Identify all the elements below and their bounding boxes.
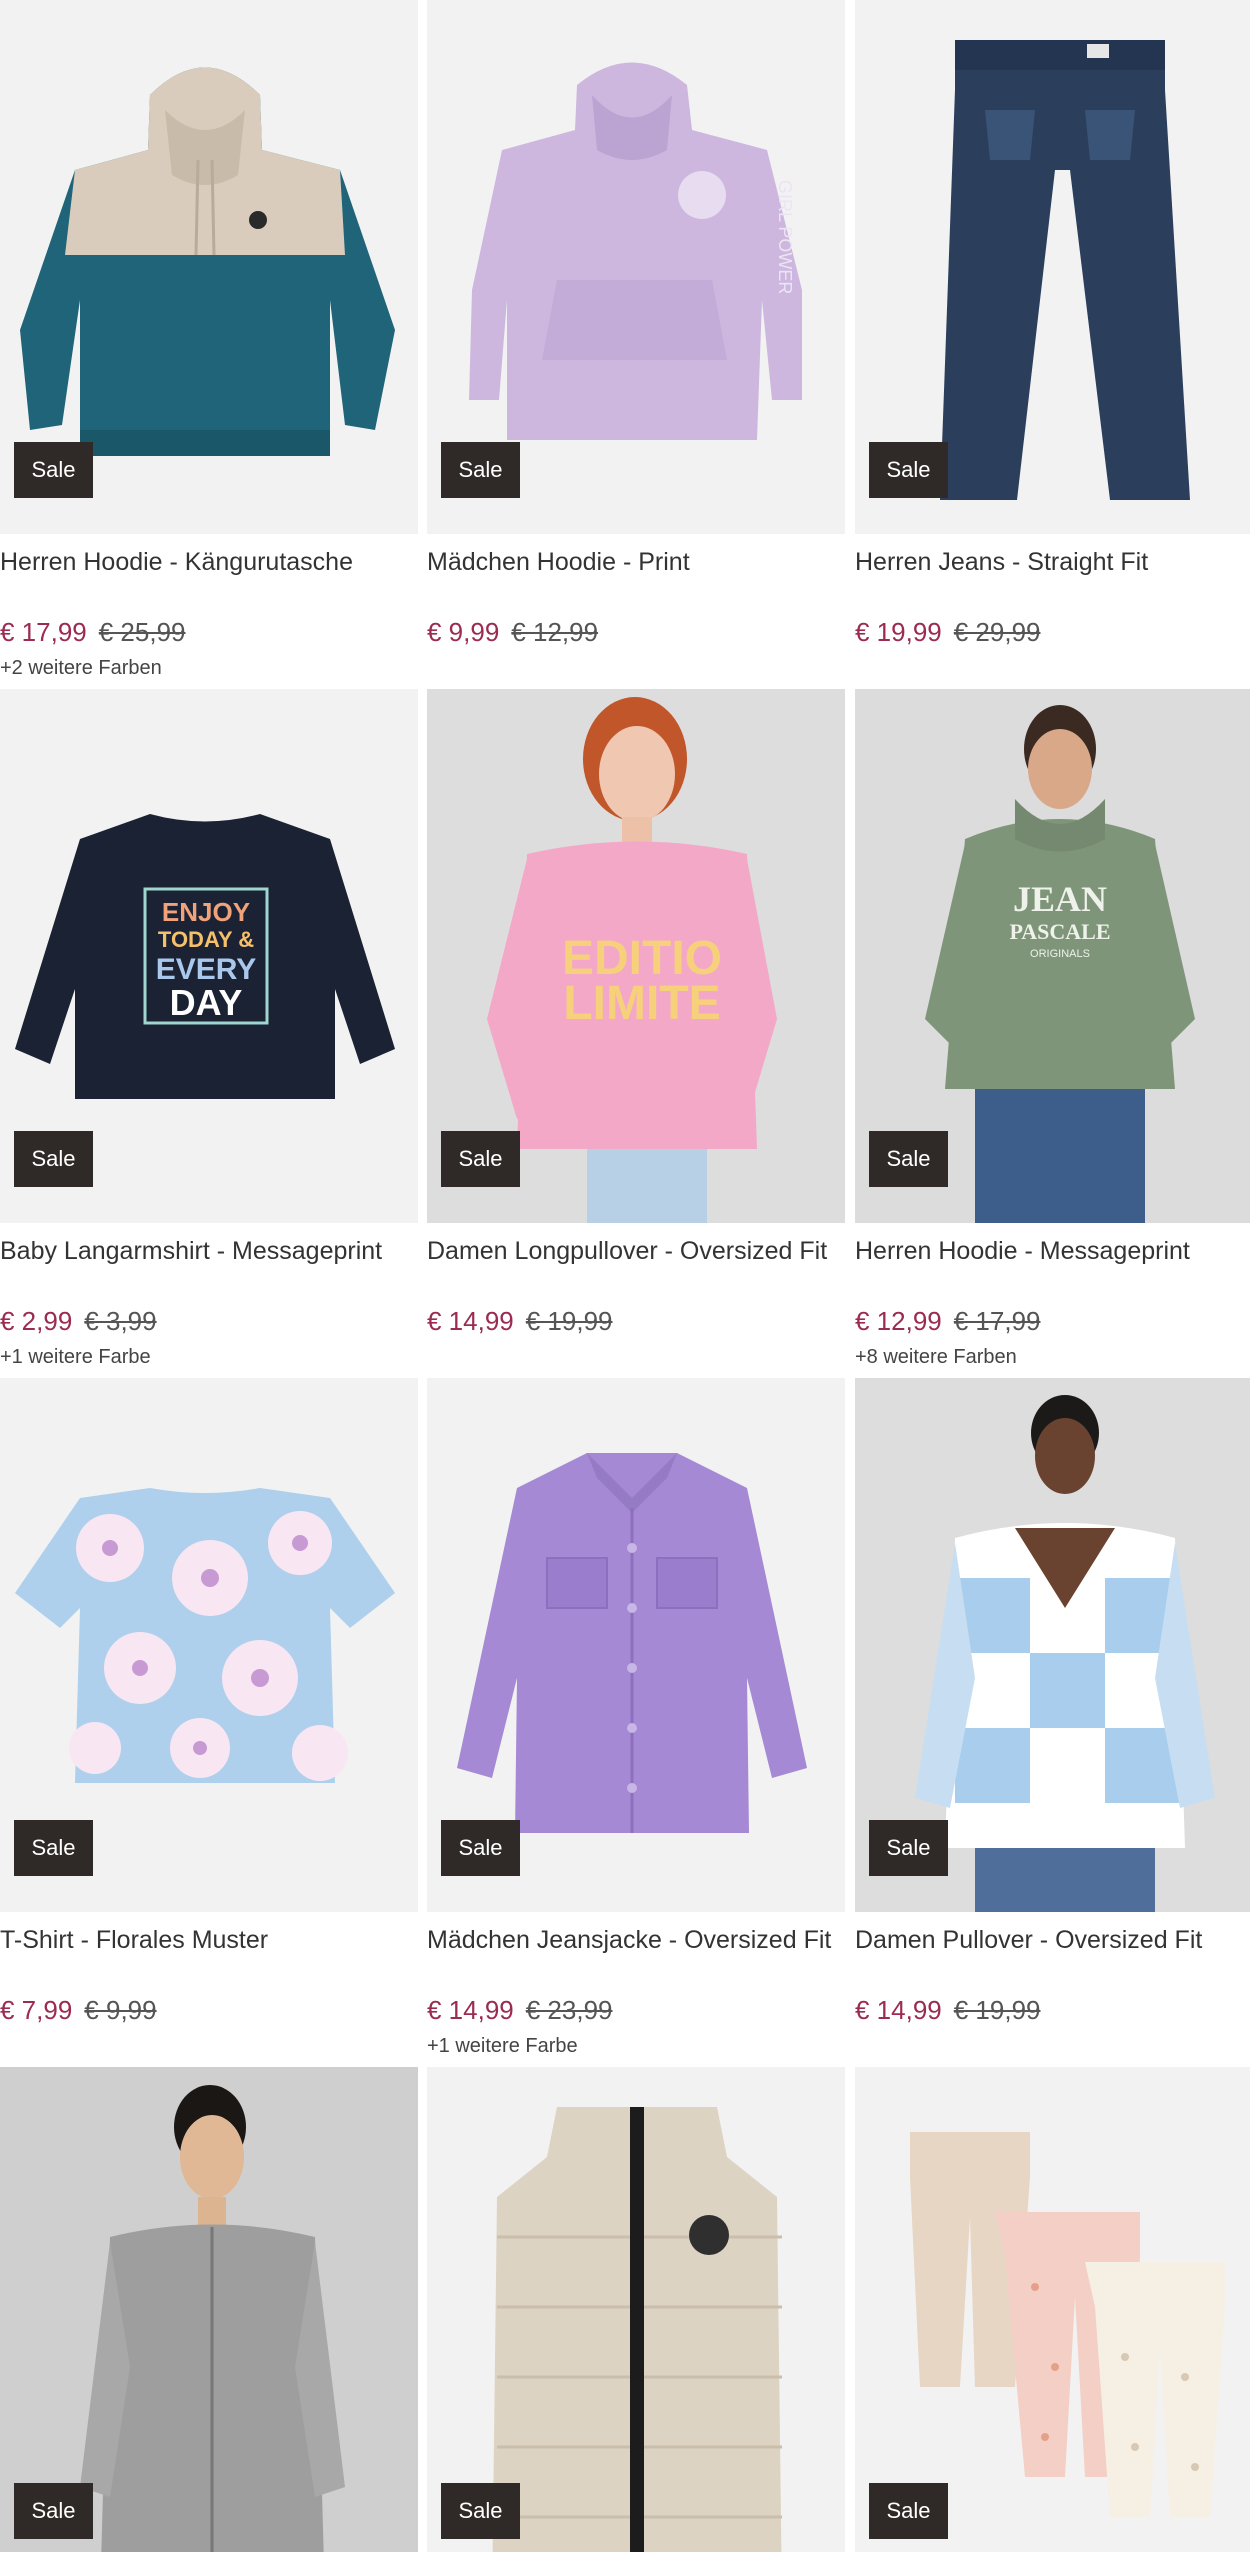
print-text: JEAN xyxy=(1013,879,1107,919)
product-card[interactable]: Sale xyxy=(0,2067,418,2552)
print-text: ORIGINALS xyxy=(1030,948,1090,960)
sale-price: € 9,99 xyxy=(427,617,500,647)
sale-price: € 17,99 xyxy=(0,617,87,647)
product-title[interactable]: Mädchen Jeansjacke - Oversized Fit xyxy=(427,1924,845,1956)
product-card[interactable]: Sale T-Shirt - Florales Muster € 7,99 € 9… xyxy=(0,1378,418,2025)
original-price: € 19,99 xyxy=(953,1995,1041,2025)
product-card[interactable]: Sale Herren Jeans - Straight Fit € 19,99… xyxy=(855,0,1250,647)
sale-price: € 2,99 xyxy=(0,1306,73,1336)
more-colors-label[interactable]: +2 weitere Farben xyxy=(0,654,162,682)
product-title[interactable]: Herren Hoodie - Messageprint xyxy=(855,1235,1250,1267)
leggings-image xyxy=(855,2067,1250,2552)
product-price: € 12,99 € 17,99 xyxy=(855,1304,1041,1338)
sale-price: € 14,99 xyxy=(427,1306,514,1336)
sale-badge: Sale xyxy=(869,442,948,498)
product-title[interactable]: T-Shirt - Florales Muster xyxy=(0,1924,418,1956)
product-price: € 19,99 € 29,99 xyxy=(855,615,1041,649)
sale-price: € 12,99 xyxy=(855,1306,942,1336)
vest-image xyxy=(427,2067,845,2552)
sale-badge: Sale xyxy=(14,1131,93,1187)
product-card[interactable]: Sale xyxy=(427,2067,845,2552)
product-title[interactable]: Herren Jeans - Straight Fit xyxy=(855,546,1250,578)
product-price: € 14,99 € 19,99 xyxy=(855,1993,1041,2027)
product-image[interactable]: Sale xyxy=(427,1378,845,1912)
original-price: € 12,99 xyxy=(511,617,599,647)
product-card[interactable]: Sale Mädchen Jeansjacke - Oversized Fit … xyxy=(427,1378,845,2057)
product-title[interactable]: Damen Pullover - Oversized Fit xyxy=(855,1924,1250,1956)
product-card[interactable]: Sale xyxy=(855,2067,1250,2552)
sale-badge: Sale xyxy=(441,442,520,498)
print-text: DAY xyxy=(170,982,243,1023)
product-price: € 17,99 € 25,99 xyxy=(0,615,186,649)
product-card[interactable]: EDITIO LIMITE Sale Damen Longpullover - … xyxy=(427,689,845,1336)
sale-badge: Sale xyxy=(14,2483,93,2539)
sale-badge: Sale xyxy=(441,1820,520,1876)
print-text: LIMITE xyxy=(563,977,720,1030)
product-price: € 2,99 € 3,99 xyxy=(0,1304,157,1338)
product-card[interactable]: JEAN PASCALE ORIGINALS Sale Herren Hoodi… xyxy=(855,689,1250,1368)
product-title[interactable]: Damen Longpullover - Oversized Fit xyxy=(427,1235,845,1267)
product-image[interactable]: Sale xyxy=(855,0,1250,534)
product-image[interactable]: ENJOY TODAY & EVERY DAY Sale xyxy=(0,689,418,1223)
original-price: € 25,99 xyxy=(98,617,186,647)
product-price: € 14,99 € 23,99 xyxy=(427,1993,613,2027)
sale-badge: Sale xyxy=(441,1131,520,1187)
product-image[interactable]: Sale xyxy=(0,2067,418,2552)
sale-badge: Sale xyxy=(441,2483,520,2539)
product-image[interactable]: Sale xyxy=(855,1378,1250,1912)
svg-text:GIRL POWER: GIRL POWER xyxy=(775,180,795,294)
product-image[interactable]: Sale xyxy=(0,0,418,534)
product-card[interactable]: Sale Damen Pullover - Oversized Fit € 14… xyxy=(855,1378,1250,2025)
sale-badge: Sale xyxy=(14,1820,93,1876)
product-title[interactable]: Herren Hoodie - Kängurutasche xyxy=(0,546,418,578)
product-image[interactable]: Sale xyxy=(427,2067,845,2552)
original-price: € 29,99 xyxy=(953,617,1041,647)
product-card[interactable]: Sale Herren Hoodie - Kängurutasche € 17,… xyxy=(0,0,418,679)
product-card[interactable]: GIRL POWER Sale Mädchen Hoodie - Print €… xyxy=(427,0,845,647)
sale-price: € 19,99 xyxy=(855,617,942,647)
product-grid: Sale Herren Hoodie - Kängurutasche € 17,… xyxy=(0,0,1250,2552)
product-price: € 7,99 € 9,99 xyxy=(0,1993,157,2027)
original-price: € 19,99 xyxy=(525,1306,613,1336)
product-image[interactable]: Sale xyxy=(0,1378,418,1912)
sale-badge: Sale xyxy=(14,442,93,498)
product-price: € 9,99 € 12,99 xyxy=(427,615,598,649)
product-price: € 14,99 € 19,99 xyxy=(427,1304,613,1338)
model-image xyxy=(0,2067,418,2552)
product-image[interactable]: EDITIO LIMITE Sale xyxy=(427,689,845,1223)
sale-badge: Sale xyxy=(869,1131,948,1187)
sale-badge: Sale xyxy=(869,2483,948,2539)
product-image[interactable]: Sale xyxy=(855,2067,1250,2552)
print-text: ENJOY xyxy=(162,897,250,927)
more-colors-label[interactable]: +8 weitere Farben xyxy=(855,1343,1017,1371)
sale-badge: Sale xyxy=(869,1820,948,1876)
product-image[interactable]: GIRL POWER Sale xyxy=(427,0,845,534)
original-price: € 9,99 xyxy=(84,1995,157,2025)
more-colors-label[interactable]: +1 weitere Farbe xyxy=(427,2032,578,2060)
more-colors-label[interactable]: +1 weitere Farbe xyxy=(0,1343,151,1371)
product-title[interactable]: Mädchen Hoodie - Print xyxy=(427,546,845,578)
print-text: TODAY & xyxy=(158,927,254,952)
product-card[interactable]: ENJOY TODAY & EVERY DAY Sale Baby Langar… xyxy=(0,689,418,1368)
original-price: € 23,99 xyxy=(525,1995,613,2025)
original-price: € 3,99 xyxy=(84,1306,157,1336)
product-image[interactable]: JEAN PASCALE ORIGINALS Sale xyxy=(855,689,1250,1223)
sale-price: € 14,99 xyxy=(427,1995,514,2025)
product-title[interactable]: Baby Langarmshirt - Messageprint xyxy=(0,1235,418,1267)
sale-price: € 14,99 xyxy=(855,1995,942,2025)
sale-price: € 7,99 xyxy=(0,1995,73,2025)
print-text: PASCALE xyxy=(1009,919,1110,944)
original-price: € 17,99 xyxy=(953,1306,1041,1336)
